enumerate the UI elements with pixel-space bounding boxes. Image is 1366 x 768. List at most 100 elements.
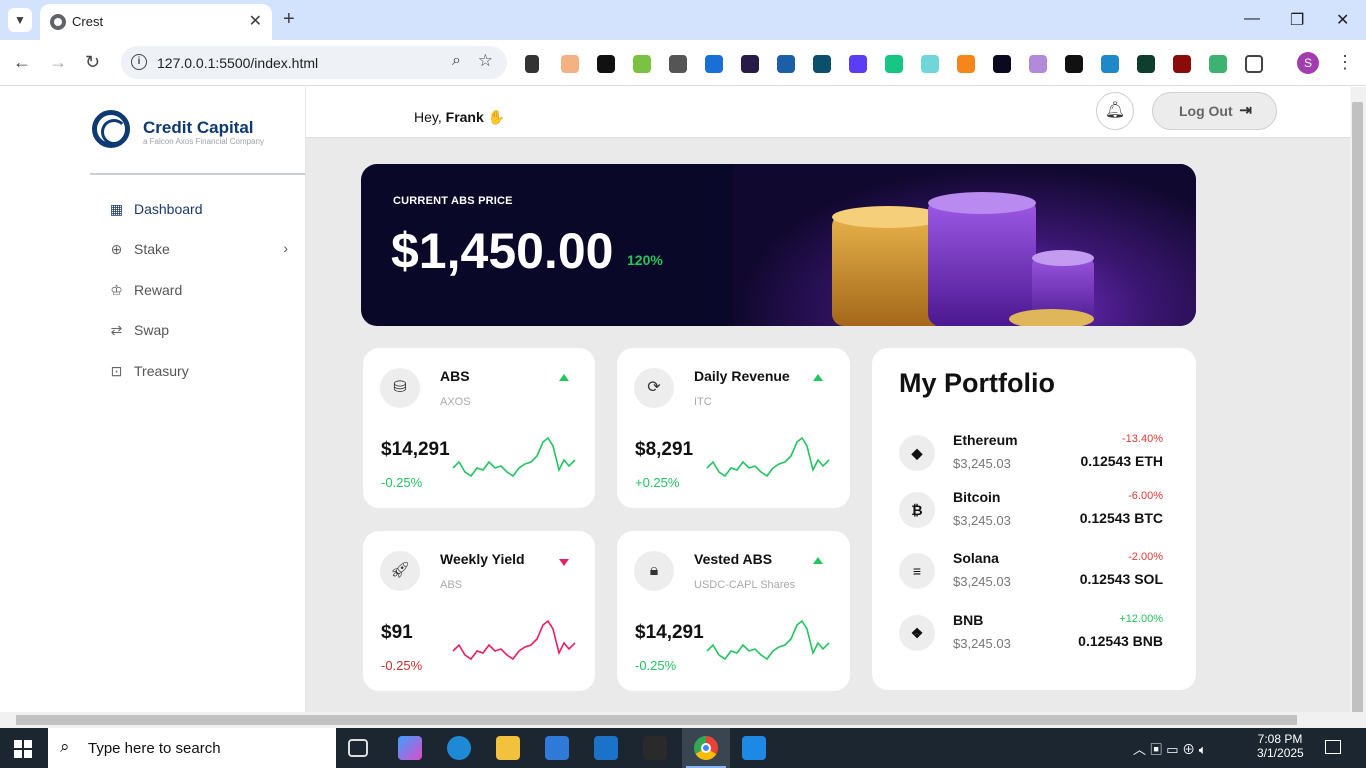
hero-label: CURRENT ABS PRICE (393, 195, 513, 207)
mail-icon[interactable] (594, 736, 618, 760)
copilot-icon[interactable] (398, 736, 422, 760)
close-tab-icon[interactable]: ✕ (249, 11, 262, 31)
greeting-text: Hey, (414, 109, 442, 125)
scrollbar-thumb[interactable] (1352, 102, 1363, 717)
extension-icon[interactable] (813, 55, 831, 73)
portfolio-row-bnb[interactable]: ❖ BNB $3,245.03 +12.00% 0.12543 BNB (872, 612, 1196, 665)
asset-amount: 0.12543 ETH (1080, 453, 1164, 469)
extension-icon[interactable] (777, 55, 795, 73)
chrome-taskbar-button[interactable] (682, 728, 730, 768)
extension-icon[interactable] (1029, 55, 1047, 73)
card-title: Vested ABS (694, 551, 773, 567)
asset-name: Ethereum (953, 432, 1018, 448)
address-bar[interactable]: i 127.0.0.1:5500/index.html ⌕ ☆ (121, 46, 507, 79)
close-window-icon[interactable]: ✕ (1336, 10, 1349, 30)
profile-avatar[interactable]: S (1297, 52, 1319, 74)
search-icon: ⌕ (60, 737, 70, 756)
taskbar-clock[interactable]: 7:08 PM 3/1/2025 (1257, 732, 1304, 760)
extension-icon[interactable] (1137, 55, 1155, 73)
minimize-icon[interactable]: — (1244, 10, 1260, 28)
solana-icon: ≡ (899, 553, 935, 589)
portfolio-row-ethereum[interactable]: ◆ Ethereum $3,245.03 -13.40% 0.12543 ETH (872, 432, 1196, 485)
vscode-icon[interactable] (742, 736, 766, 760)
coins-icon: ⛁ (380, 368, 420, 408)
card-value: $91 (381, 622, 413, 643)
reload-icon[interactable]: ↻ (85, 52, 100, 73)
sidebar (0, 87, 306, 712)
card-value: $8,291 (635, 439, 694, 460)
wave-icon: ✋ (487, 109, 506, 125)
search-placeholder: Type here to search (88, 740, 221, 757)
url-text[interactable]: 127.0.0.1:5500/index.html (157, 55, 318, 71)
tab-search-button[interactable]: ▼ (8, 8, 32, 32)
menu-dots-icon[interactable]: ⋮ (1336, 52, 1354, 73)
asset-change: +12.00% (1119, 613, 1163, 625)
task-view-icon[interactable] (348, 739, 368, 757)
stat-card-daily-revenue[interactable]: ⟳ Daily Revenue ITC $8,291 +0.25% (617, 348, 850, 508)
apps-icon[interactable] (525, 55, 539, 73)
sidebar-item-dashboard[interactable]: ▦ Dashboard (108, 198, 298, 222)
extension-icon[interactable] (633, 55, 651, 73)
stat-card-vested-abs[interactable]: 🔒︎ Vested ABS USDC-CAPL Shares $14,291 -… (617, 531, 850, 691)
sidebar-item-treasury[interactable]: ⊡ Treasury (108, 360, 298, 384)
extension-icon[interactable] (1173, 55, 1191, 73)
logout-label: Log Out (1179, 103, 1233, 119)
puzzle-icon[interactable] (1245, 55, 1263, 73)
logout-button[interactable]: Log Out ⇥ (1152, 92, 1277, 130)
stat-card-abs[interactable]: ⛁ ABS AXOS $14,291 -0.25% (363, 348, 595, 508)
bnb-icon: ❖ (899, 615, 935, 651)
card-subtitle: ITC (694, 396, 712, 408)
trend-down-icon (559, 559, 569, 566)
extension-icon[interactable] (705, 55, 723, 73)
forward-icon[interactable]: → (49, 52, 67, 73)
restore-icon[interactable]: ❐ (1290, 10, 1304, 30)
extension-icon[interactable] (669, 55, 687, 73)
windows-start-icon[interactable] (14, 740, 32, 758)
app-icon[interactable] (643, 736, 667, 760)
sidebar-item-label: Swap (134, 322, 170, 338)
store-icon[interactable] (545, 736, 569, 760)
notifications-icon[interactable] (1325, 740, 1341, 754)
notification-bell-button[interactable]: 🔔︎ (1096, 92, 1134, 130)
vertical-scrollbar[interactable] (1350, 87, 1366, 717)
site-info-icon[interactable]: i (131, 54, 147, 70)
grid-icon: ▦ (109, 201, 124, 217)
extension-icon[interactable] (1209, 55, 1227, 73)
extension-icon[interactable] (993, 55, 1011, 73)
extension-icon[interactable] (885, 55, 903, 73)
zoom-icon[interactable]: ⌕ (452, 52, 461, 70)
metamask-icon[interactable] (957, 55, 975, 73)
clock-time: 7:08 PM (1257, 732, 1303, 746)
swap-icon: ⇄ (110, 322, 123, 338)
taskbar-search[interactable]: ⌕ Type here to search (48, 728, 336, 768)
extension-icon[interactable] (849, 55, 867, 73)
portfolio-row-solana[interactable]: ≡ Solana $3,245.03 -2.00% 0.12543 SOL (872, 550, 1196, 603)
asset-price: $3,245.03 (953, 456, 1011, 471)
sparkline (706, 619, 830, 661)
file-explorer-icon[interactable] (496, 736, 520, 760)
asset-amount: 0.12543 SOL (1079, 571, 1163, 587)
hero-change: 120% (627, 252, 663, 268)
browser-tab[interactable]: Crest ✕ (40, 4, 272, 40)
horizontal-scrollbar[interactable] (0, 712, 1366, 728)
scrollbar-thumb[interactable] (16, 715, 1297, 725)
bookmark-star-icon[interactable]: ☆ (478, 51, 493, 71)
extension-icon[interactable] (921, 55, 939, 73)
extension-icon[interactable] (1065, 55, 1083, 73)
sidebar-item-reward[interactable]: ♔ Reward (108, 279, 298, 303)
system-tray-icons[interactable]: ︿ ▣ ▭ ⊕ 🔈︎ (1133, 739, 1207, 758)
new-tab-button[interactable]: + (283, 8, 295, 31)
asset-name: BNB (953, 612, 984, 628)
trend-up-icon (813, 557, 823, 564)
edge-icon[interactable] (447, 736, 471, 760)
portfolio-row-bitcoin[interactable]: ₿ Bitcoin $3,245.03 -6.00% 0.12543 BTC (872, 489, 1196, 542)
extension-icon[interactable] (741, 55, 759, 73)
globe-icon (50, 14, 66, 30)
extension-icon[interactable] (1101, 55, 1119, 73)
extension-icon[interactable] (561, 55, 579, 73)
sidebar-item-swap[interactable]: ⇄ Swap (108, 319, 298, 343)
extension-icon[interactable] (597, 55, 615, 73)
stat-card-weekly-yield[interactable]: 🚀︎ Weekly Yield ABS $91 -0.25% (363, 531, 595, 691)
sidebar-item-stake[interactable]: ⊕ Stake › (108, 238, 298, 262)
back-icon[interactable]: ← (13, 52, 31, 73)
